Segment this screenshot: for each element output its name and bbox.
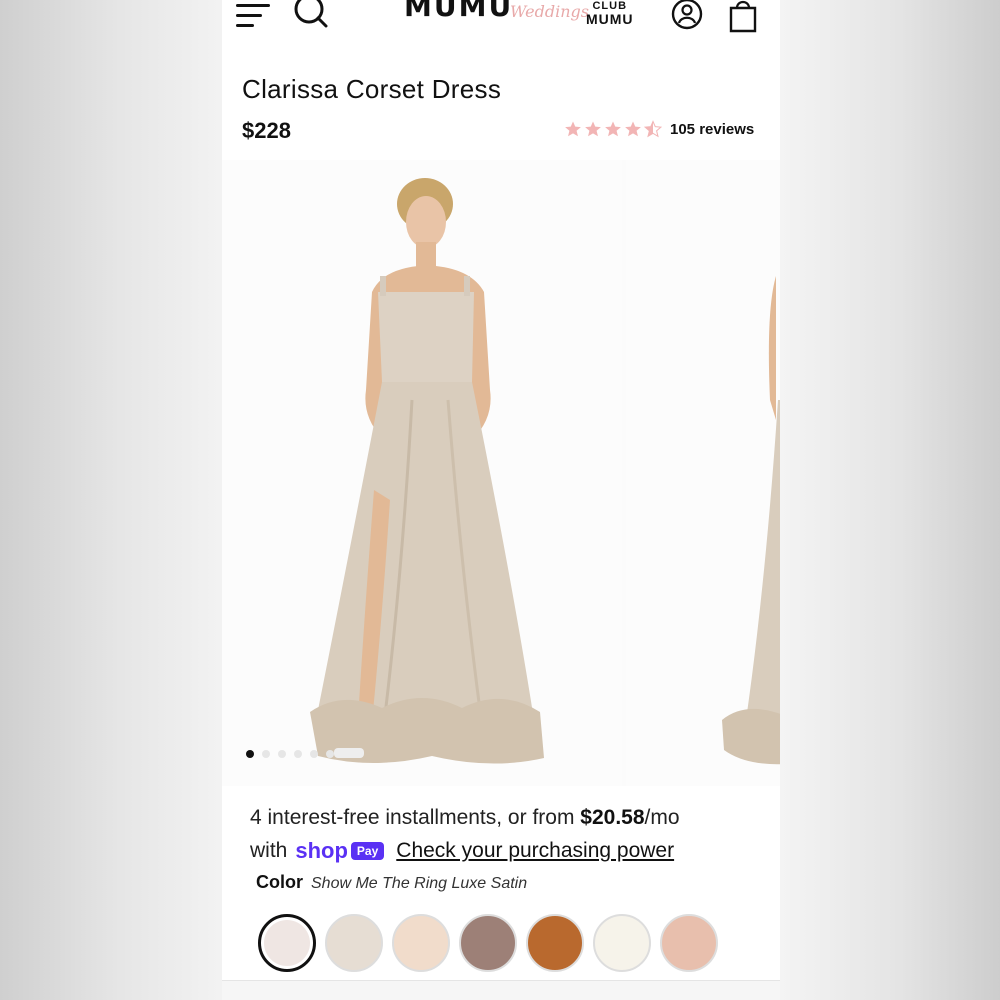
carousel-dot[interactable]: [278, 750, 286, 758]
star-icon: [605, 121, 621, 137]
carousel-pagination: [246, 750, 334, 758]
pay-badge: Pay: [350, 842, 385, 860]
logo-wordmark: MUMU: [404, 0, 514, 23]
installments-prefix: 4 interest-free installments, or from: [250, 806, 581, 829]
color-swatch[interactable]: [660, 914, 718, 972]
carousel-dot[interactable]: [262, 750, 270, 758]
logo-script: Weddings: [510, 2, 589, 21]
product-image-front[interactable]: [222, 160, 622, 786]
selected-color-name: Show Me The Ring Luxe Satin: [311, 875, 528, 892]
carousel-dot[interactable]: [326, 750, 334, 758]
search-icon[interactable]: [294, 0, 330, 30]
shop-pay-line: with shop Pay Check your purchasing powe…: [250, 838, 674, 864]
color-label: Color: [256, 872, 303, 892]
bag-icon[interactable]: [726, 0, 760, 34]
installment-amount: $20.58: [580, 806, 645, 829]
color-swatch[interactable]: [593, 914, 651, 972]
color-swatch[interactable]: [392, 914, 450, 972]
check-purchasing-power-link[interactable]: Check your purchasing power: [396, 839, 674, 863]
star-icon: [565, 121, 581, 137]
club-bottom-label: MUMU: [586, 11, 634, 27]
product-title: Clarissa Corset Dress: [242, 74, 502, 104]
half-star-icon: [644, 120, 662, 138]
installments-text: 4 interest-free installments, or from $2…: [250, 806, 680, 830]
color-swatch[interactable]: [459, 914, 517, 972]
color-swatch[interactable]: [325, 914, 383, 972]
product-image-back[interactable]: [626, 160, 780, 786]
carousel-dot[interactable]: [310, 750, 318, 758]
color-swatches: [258, 914, 718, 972]
star-rating: [564, 120, 662, 138]
bottom-bar: [222, 980, 780, 1000]
product-page: MUMU Weddings CLUB MUMU Clarissa Corset …: [222, 0, 780, 1000]
reviews-count-link[interactable]: 105 reviews: [670, 121, 754, 138]
with-text: with: [250, 839, 288, 862]
menu-icon[interactable]: [236, 0, 270, 30]
color-selection-label: Color Show Me The Ring Luxe Satin: [256, 872, 527, 893]
top-navigation: MUMU Weddings CLUB MUMU: [222, 0, 780, 40]
carousel-dot[interactable]: [246, 750, 254, 758]
star-icon: [625, 121, 641, 137]
rating-summary[interactable]: 105 reviews: [564, 120, 754, 138]
color-swatch[interactable]: [258, 914, 316, 972]
star-icon: [585, 121, 601, 137]
carousel-dot[interactable]: [294, 750, 302, 758]
installments-suffix: /mo: [644, 806, 680, 829]
account-icon[interactable]: [670, 0, 704, 32]
product-image-carousel[interactable]: [222, 160, 780, 786]
shop-pay-logo: shop: [295, 838, 348, 863]
brand-logo[interactable]: MUMU Weddings: [404, 0, 589, 26]
color-swatch[interactable]: [526, 914, 584, 972]
product-price: $228: [242, 118, 291, 143]
club-mumu-link[interactable]: CLUB MUMU: [586, 0, 634, 26]
